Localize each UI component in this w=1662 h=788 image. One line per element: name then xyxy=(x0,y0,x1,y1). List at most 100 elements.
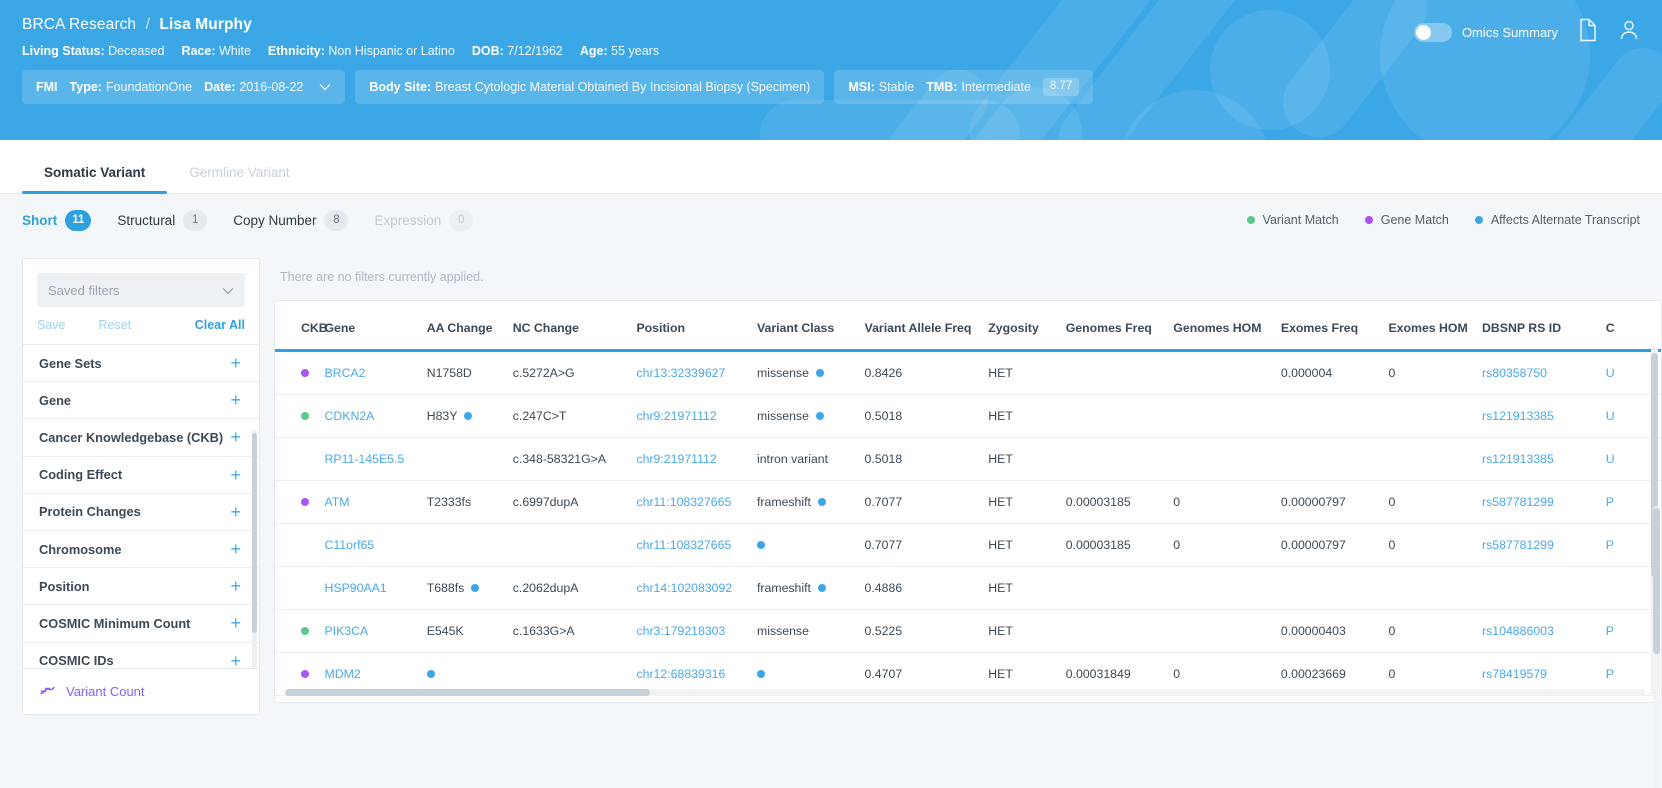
chevron-down-icon[interactable] xyxy=(319,81,331,94)
filter-gene[interactable]: Gene + xyxy=(23,382,259,420)
table-row[interactable]: C11orf65 chr11:108327665 0.7077 HET 0.000031… xyxy=(275,523,1661,567)
clinvar-link[interactable]: U xyxy=(1606,409,1615,423)
gene-link[interactable]: RP11-145E5.5 xyxy=(324,452,404,466)
variant-table-scroll[interactable]: CKB Gene AA Change NC Change Position Va… xyxy=(275,301,1661,702)
subtab-structural[interactable]: Structural 1 xyxy=(117,209,208,231)
clinvar-link[interactable]: U xyxy=(1606,366,1615,380)
position-link[interactable]: chr14:102083092 xyxy=(636,581,732,595)
filter-label: COSMIC IDs xyxy=(39,653,114,668)
fmi-report-chip[interactable]: FMI Type: FoundationOne Date: 2016-08-22 xyxy=(22,70,346,104)
position-link[interactable]: chr9:21971112 xyxy=(636,409,716,423)
position-link[interactable]: chr11:108327665 xyxy=(636,538,731,552)
gene-link[interactable]: MDM2 xyxy=(324,667,360,681)
table-row[interactable]: ATM T2333fs c.6997dupA chr11:108327665 frame… xyxy=(275,480,1661,524)
plus-icon[interactable]: + xyxy=(230,391,241,409)
dbsnp-link[interactable]: rs80358750 xyxy=(1482,366,1547,380)
table-row[interactable]: PIK3CA E545K c.1633G>A chr3:179218303 missen… xyxy=(275,609,1661,653)
gene-link[interactable]: C11orf65 xyxy=(324,538,374,552)
column-header-genomes-hom[interactable]: Genomes HOM xyxy=(1173,301,1281,352)
tab-germline-variant[interactable]: Germline Variant xyxy=(167,165,311,193)
dbsnp-link[interactable]: rs587781299 xyxy=(1482,495,1554,509)
filter-protein-changes[interactable]: Protein Changes + xyxy=(23,493,259,531)
filter-label: Gene xyxy=(39,392,72,408)
variant-class-value: frameshift xyxy=(757,495,865,509)
column-header-zygosity[interactable]: Zygosity xyxy=(988,301,1066,352)
cell-genomes-hom xyxy=(1173,350,1281,395)
column-header-clinvar[interactable]: C xyxy=(1605,301,1661,352)
column-header-nc-change[interactable]: NC Change xyxy=(512,301,637,352)
plus-icon[interactable]: + xyxy=(230,540,241,558)
position-link[interactable]: chr11:108327665 xyxy=(636,495,731,509)
dbsnp-link[interactable]: rs587781299 xyxy=(1482,538,1554,552)
gene-link[interactable]: ATM xyxy=(324,495,349,509)
variant-count-link[interactable]: Variant Count xyxy=(23,667,259,714)
omics-summary-toggle[interactable] xyxy=(1413,23,1452,42)
table-row[interactable]: BRCA2 N1758D c.5272A>G chr13:32339627 missen… xyxy=(275,350,1661,395)
saved-filters-select[interactable]: Saved filters xyxy=(37,273,245,307)
breadcrumb-root[interactable]: BRCA Research xyxy=(22,16,136,33)
filter-position[interactable]: Position + xyxy=(23,568,259,606)
position-link[interactable]: chr12:68839316 xyxy=(636,667,725,681)
filter-cosmic-minimum-count[interactable]: COSMIC Minimum Count + xyxy=(23,605,259,643)
plus-icon[interactable]: + xyxy=(230,428,241,446)
clinvar-link[interactable]: P xyxy=(1606,495,1614,509)
cell-dbsnp-rs-id: rs121913385 xyxy=(1482,437,1606,481)
clear-all-button[interactable]: Clear All xyxy=(195,318,245,332)
dbsnp-link[interactable]: rs121913385 xyxy=(1482,409,1554,423)
clinvar-link[interactable]: P xyxy=(1606,667,1614,681)
column-header-ckb[interactable]: CKB xyxy=(275,301,328,352)
table-row[interactable]: CDKN2A H83Y c.247C>T chr9:21971112 missense 0… xyxy=(275,394,1661,438)
position-link[interactable]: chr13:32339627 xyxy=(636,366,725,380)
clinvar-link[interactable]: P xyxy=(1606,624,1614,638)
column-header-exomes-freq[interactable]: Exomes Freq xyxy=(1280,301,1389,352)
column-header-gene[interactable]: Gene xyxy=(324,301,427,352)
filter-cosmic-ids[interactable]: COSMIC IDs + xyxy=(23,642,259,668)
table-horizontal-scrollbar-thumb[interactable] xyxy=(285,689,650,696)
filter-cancer-knowledgebase[interactable]: Cancer Knowledgebase (CKB) + xyxy=(23,419,259,457)
column-header-variant-allele-freq[interactable]: Variant Allele Freq xyxy=(864,301,989,352)
column-header-aa-change[interactable]: AA Change xyxy=(426,301,513,352)
dbsnp-link[interactable]: rs78419579 xyxy=(1482,667,1547,681)
position-link[interactable]: chr9:21971112 xyxy=(636,452,716,466)
plus-icon[interactable]: + xyxy=(230,503,241,521)
subtab-copy-number[interactable]: Copy Number 8 xyxy=(233,209,349,231)
user-icon[interactable] xyxy=(1618,18,1640,47)
plus-icon[interactable]: + xyxy=(230,577,241,595)
cell-variant-allele-freq: 0.5225 xyxy=(864,609,989,653)
document-icon[interactable] xyxy=(1578,18,1598,47)
column-header-genomes-freq[interactable]: Genomes Freq xyxy=(1065,301,1174,352)
plus-icon[interactable]: + xyxy=(230,614,241,632)
column-header-dbsnp-rs-id[interactable]: DBSNP RS ID xyxy=(1482,301,1606,352)
plus-icon[interactable]: + xyxy=(230,466,241,484)
table-row[interactable]: RP11-145E5.5 c.348-58321G>A chr9:21971112 i… xyxy=(275,437,1661,481)
column-header-position[interactable]: Position xyxy=(636,301,757,352)
cell-genomes-hom: 0 xyxy=(1173,523,1281,567)
subtab-expression[interactable]: Expression 0 xyxy=(374,209,474,231)
page-scrollbar-thumb[interactable] xyxy=(1653,508,1660,654)
table-row[interactable]: HSP90AA1 T688fs c.2062dupA chr14:102083092 f… xyxy=(275,566,1661,610)
gene-link[interactable]: CDKN2A xyxy=(324,409,374,423)
column-header-variant-class[interactable]: Variant Class xyxy=(756,301,865,352)
gene-link[interactable]: PIK3CA xyxy=(324,624,368,638)
column-header-exomes-hom[interactable]: Exomes HOM xyxy=(1388,301,1483,352)
filter-gene-sets[interactable]: Gene Sets + xyxy=(23,345,259,383)
gene-link[interactable]: HSP90AA1 xyxy=(324,581,386,595)
dbsnp-link[interactable]: rs121913385 xyxy=(1482,452,1554,466)
save-filter-button[interactable]: Save xyxy=(37,318,66,332)
cell-zygosity: HET xyxy=(988,437,1066,481)
clinvar-link[interactable]: P xyxy=(1606,538,1614,552)
tab-somatic-variant[interactable]: Somatic Variant xyxy=(22,165,168,194)
breadcrumb-current: Lisa Murphy xyxy=(159,16,252,33)
sidebar-scrollbar-thumb[interactable] xyxy=(252,433,257,633)
position-link[interactable]: chr3:179218303 xyxy=(636,624,725,638)
plus-icon[interactable]: + xyxy=(230,652,241,668)
plus-icon[interactable]: + xyxy=(230,354,241,372)
subtab-short[interactable]: Short 11 xyxy=(22,209,92,231)
cell-exomes-freq xyxy=(1280,394,1389,438)
gene-link[interactable]: BRCA2 xyxy=(324,366,365,380)
filter-chromosome[interactable]: Chromosome + xyxy=(23,530,259,569)
clinvar-link[interactable]: U xyxy=(1606,452,1615,466)
dbsnp-link[interactable]: rs104886003 xyxy=(1482,624,1554,638)
reset-filter-button[interactable]: Reset xyxy=(99,318,132,332)
filter-coding-effect[interactable]: Coding Effect + xyxy=(23,456,259,494)
